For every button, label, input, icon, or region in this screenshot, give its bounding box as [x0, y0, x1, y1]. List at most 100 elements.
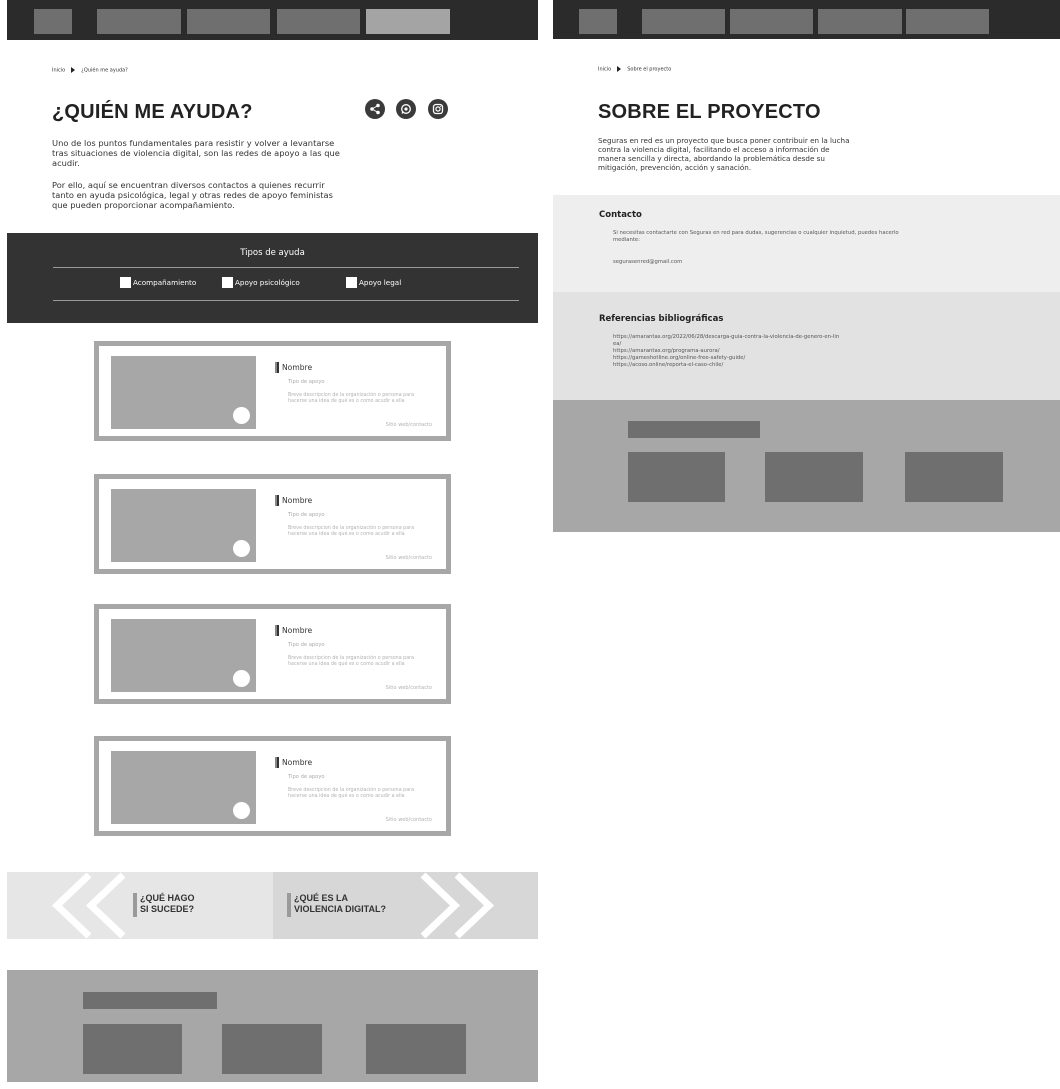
help-card[interactable]: Nombre Tipo de apoyo Breve descripcion d… [94, 736, 451, 836]
filter-checkbox-apoyo-psicologico[interactable]: Apoyo psicológico [222, 277, 300, 288]
nav-item-1[interactable] [97, 9, 181, 34]
card-contact-link[interactable]: Sitio web/contacto [386, 555, 432, 561]
card-name-marker [275, 495, 279, 506]
chevron-decoration [51, 872, 495, 939]
card-type: Tipo de apoyo [288, 642, 325, 648]
instagram-icon[interactable] [428, 99, 448, 119]
top-nav-bar [7, 0, 538, 40]
page-title: ¿QUIÉN ME AYUDA? [52, 101, 253, 123]
card-type: Tipo de apoyo [288, 512, 325, 518]
footer-title-placeholder [628, 421, 760, 438]
whatsapp-icon[interactable] [396, 99, 416, 119]
filter-checkbox-acompanamiento[interactable]: Acompañamiento [120, 277, 196, 288]
prev-line-1: ¿QUÉ HAGO [140, 893, 195, 903]
footer-block-1[interactable] [628, 452, 725, 502]
filter-option-label: Apoyo psicológico [235, 278, 300, 287]
prev-line-2: SI SUCEDE? [140, 904, 195, 914]
page-sobre-el-proyecto: Inicio Sobre el proyecto SOBRE EL PROYECT… [553, 0, 1060, 532]
card-contact-link[interactable]: Sitio web/contacto [386, 685, 432, 691]
footer-block-1[interactable] [83, 1024, 182, 1074]
card-contact-link[interactable]: Sitio web/contacto [386, 422, 432, 428]
references-title: Referencias bibliográficas [599, 314, 724, 324]
page-title: SOBRE EL PROYECTO [598, 101, 821, 123]
breadcrumb-home[interactable]: Inicio [52, 68, 65, 74]
reference-link[interactable]: https://amarantas.org/2022/06/28/descarg… [613, 334, 923, 341]
card-description: Breve descripcion de la organización o p… [288, 393, 415, 404]
reference-link[interactable]: ea/ [613, 341, 923, 348]
page-quien-me-ayuda: Inicio ¿Quién me ayuda? ¿QUIÉN ME AYUDA? … [7, 0, 538, 1082]
references-section: Referencias bibliográficas https://amara… [553, 292, 1060, 400]
nav-item-2[interactable] [187, 9, 270, 34]
next-marker [287, 893, 291, 917]
contact-title: Contacto [599, 210, 642, 220]
prev-marker [133, 893, 137, 917]
help-card[interactable]: Nombre Tipo de apoyo Breve descripcion d… [94, 604, 451, 704]
reference-link[interactable]: https://acoso.online/reporta-el-caso-chi… [613, 362, 923, 369]
nav-item-4[interactable] [906, 9, 989, 34]
card-avatar-dot [233, 540, 250, 557]
intro-paragraph-2: Por ello, aquí se encuentran diversos co… [52, 180, 333, 210]
card-avatar-dot [233, 802, 250, 819]
top-nav-bar [553, 0, 1060, 39]
contact-text: Si necesitas contactarte con Seguras en … [613, 230, 899, 243]
breadcrumb: Inicio Sobre el proyecto [598, 66, 671, 73]
filter-title: Tipos de ayuda [240, 248, 305, 258]
card-avatar-dot [233, 407, 250, 424]
project-intro: Seguras en red es un proyecto que busca … [598, 136, 850, 172]
contact-email[interactable]: segurasenred@gmail.com [613, 259, 913, 266]
help-type-filter: Tipos de ayuda Acompañamiento Apoyo psic… [7, 233, 538, 323]
breadcrumb-arrow-icon [617, 66, 622, 72]
filter-divider-bottom [53, 300, 519, 301]
help-card[interactable]: Nombre Tipo de apoyo Breve descripcion d… [94, 341, 451, 441]
nav-logo-placeholder[interactable] [579, 9, 617, 34]
prev-section-link[interactable]: ¿QUÉ HAGO SI SUCEDE? [140, 893, 195, 915]
card-image-placeholder [111, 356, 256, 429]
filter-checkbox-apoyo-legal[interactable]: Apoyo legal [346, 277, 401, 288]
footer-block-2[interactable] [222, 1024, 322, 1074]
reference-link[interactable]: https://amarantas.org/programa-aurora/ [613, 348, 923, 355]
card-image-placeholder [111, 619, 256, 692]
card-name-marker [275, 362, 279, 373]
footer-block-3[interactable] [905, 452, 1003, 502]
nav-item-3[interactable] [277, 9, 360, 34]
card-name-marker [275, 625, 279, 636]
card-type: Tipo de apoyo [288, 774, 325, 780]
card-avatar-dot [233, 670, 250, 687]
breadcrumb-arrow-icon [71, 67, 76, 73]
breadcrumb: Inicio ¿Quién me ayuda? [52, 67, 128, 74]
breadcrumb-home[interactable]: Inicio [598, 67, 611, 73]
card-name: Nombre [282, 496, 313, 505]
references-list: https://amarantas.org/2022/06/28/descarg… [613, 334, 923, 369]
next-section-link[interactable]: ¿QUÉ ES LA VIOLENCIA DIGITAL? [294, 893, 386, 915]
filter-option-label: Apoyo legal [359, 278, 402, 287]
card-description: Breve descripcion de la organización o p… [288, 526, 415, 537]
checkbox-icon[interactable] [222, 277, 233, 288]
next-line-1: ¿QUÉ ES LA [294, 893, 349, 903]
next-line-2: VIOLENCIA DIGITAL? [294, 904, 386, 914]
breadcrumb-current: ¿Quién me ayuda? [81, 67, 128, 74]
section-navigation: ¿QUÉ HAGO SI SUCEDE? ¿QUÉ ES LA VIOLENCI… [7, 872, 538, 939]
nav-logo-placeholder[interactable] [34, 9, 72, 34]
nav-item-1[interactable] [642, 9, 725, 34]
checkbox-icon[interactable] [120, 277, 131, 288]
nav-item-2[interactable] [730, 9, 813, 34]
card-name-marker [275, 757, 279, 768]
nav-item-4-active[interactable] [366, 9, 450, 34]
reference-link[interactable]: https://gameshotline.org/online-free-saf… [613, 355, 923, 362]
filter-divider-top [53, 267, 519, 268]
card-contact-link[interactable]: Sitio web/contacto [386, 817, 432, 823]
card-name: Nombre [282, 758, 313, 767]
contact-section: Contacto Si necesitas contactarte con Se… [553, 195, 1060, 292]
footer-title-placeholder [83, 992, 217, 1009]
filter-option-label: Acompañamiento [133, 278, 197, 287]
footer-block-3[interactable] [366, 1024, 466, 1074]
card-description: Breve descripcion de la organización o p… [288, 656, 415, 667]
checkbox-icon[interactable] [346, 277, 357, 288]
footer [553, 400, 1060, 532]
share-icon[interactable] [365, 99, 385, 119]
intro-paragraph-1: Uno de los puntos fundamentales para res… [52, 138, 340, 168]
footer [7, 970, 538, 1082]
help-card[interactable]: Nombre Tipo de apoyo Breve descripcion d… [94, 474, 451, 574]
nav-item-3[interactable] [818, 9, 902, 34]
footer-block-2[interactable] [765, 452, 863, 502]
